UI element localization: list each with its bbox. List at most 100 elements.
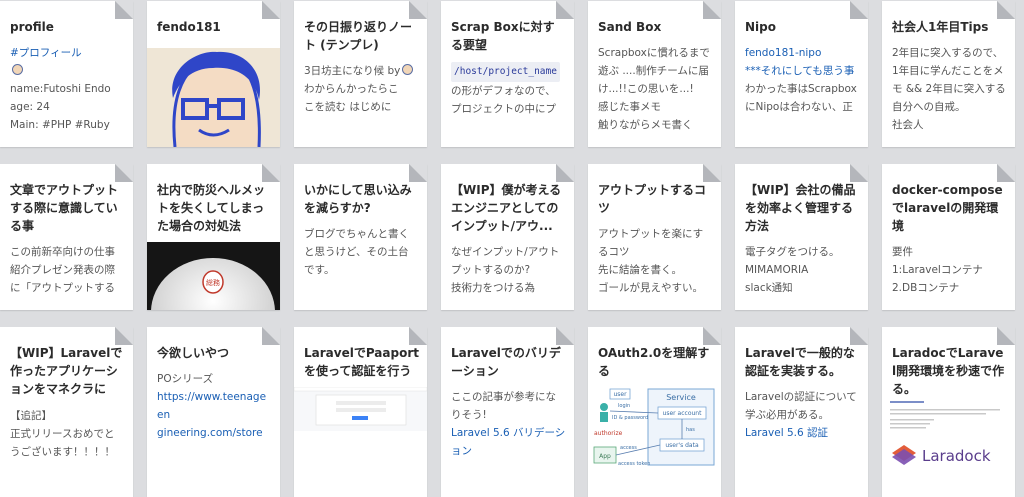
svg-text:access: access [620, 445, 637, 451]
page-corner [556, 327, 574, 345]
page-corner [997, 1, 1015, 19]
card-description: 【追記】 正式リリースおめでと うございます！！！！ [10, 410, 115, 458]
oauth-diagram-image: Service user account user's data user au… [588, 385, 721, 471]
code-snippet: /host/project_name [451, 62, 560, 82]
card-description: /host/project_name の形がデフォなので、 プロジェクトの中にプ [441, 54, 574, 118]
page-corner [262, 327, 280, 345]
page-corner [409, 1, 427, 19]
profile-name: name:Futoshi Endo [10, 83, 111, 95]
card-title: LaravelでPaaportを使って認証を行う [304, 346, 419, 378]
card-description: 要件 1:Laravelコンテナ 2.DBコンテナ [892, 246, 983, 294]
nipo-heading-link[interactable]: ***それにしても思う事 [745, 65, 854, 77]
page-card-reduce-assumptions[interactable]: いかにして思い込みを減らすか? ブログでちゃんと書く と思うけど、その土台 です… [294, 164, 427, 310]
card-description: アウトプットを楽にす るコツ 先に結論を書く。 ゴールが見えやすい。 [598, 228, 704, 294]
card-title: その日振り返りノート (テンプレ) [304, 20, 413, 52]
page-corner [262, 1, 280, 19]
card-title: LaradocでLaravel開発環境を秒速で作る。 [892, 346, 1005, 396]
avatar-drawing-image [147, 48, 280, 147]
page-corner [115, 327, 133, 345]
card-title: Nipo [745, 20, 776, 34]
page-corner [703, 164, 721, 182]
nipo-link[interactable]: fendo181-nipo [745, 47, 821, 59]
validation-doc-link-continued[interactable]: ョン [451, 445, 472, 457]
card-description: 2年目に突入するので、 1年目に学んだことをメ モ && 2年目に突入する 自分… [892, 47, 1006, 131]
page-corner [556, 164, 574, 182]
oauth-service-label: Service [666, 393, 696, 402]
page-card-laravel-auth[interactable]: Laravelで一般的な認証を実装する。 Laravelの認証について 学ぶ必用… [735, 327, 868, 497]
page-corner [997, 164, 1015, 182]
page-card-writing-output[interactable]: 文章でアウトプットする際に意識している事 この前新卒向けの仕事 紹介プレゼン発表… [0, 164, 133, 310]
page-card-wishlist[interactable]: 今欲しいやつ POシリーズ https://www.teenageen gine… [147, 327, 280, 497]
card-description: Scrapboxに慣れるまで 遊ぶ ....制作チームに届 け...!!この思い… [598, 47, 710, 131]
svg-text:user: user [613, 391, 627, 398]
profile-age: age: 24 [10, 101, 50, 113]
card-title: fendo181 [157, 20, 221, 34]
card-description: この前新卒向けの仕事 紹介プレゼン発表の際 に「アウトプットする [10, 246, 115, 294]
card-title: 文章でアウトプットする際に意識している事 [10, 183, 119, 233]
page-corner [850, 1, 868, 19]
store-link[interactable]: https://www.teenageen [157, 391, 266, 421]
card-title: Laravelでのバリデーション [451, 346, 561, 378]
card-description: なぜインプット/アウト プットするのか? 技術力をつける為 [451, 246, 560, 294]
page-card-daily-review[interactable]: その日振り返りノート (テンプレ) 3日坊主になり候 by わからんかったらこ … [294, 1, 427, 147]
page-corner [262, 164, 280, 182]
page-corner [997, 327, 1015, 345]
page-corner [703, 1, 721, 19]
card-title: Scrap Boxに対する要望 [451, 20, 555, 52]
page-corner [850, 164, 868, 182]
page-corner [409, 164, 427, 182]
card-title: docker-composeでlaravelの開発環境 [892, 183, 1003, 233]
card-title: 【WIP】会社の備品を効率よく管理する方法 [745, 183, 856, 233]
card-title: いかにして思い込みを減らすか? [304, 183, 412, 215]
helmet-photo-image: 総務 [147, 242, 280, 310]
page-card-laradock[interactable]: LaradocでLaravel開発環境を秒速で作る。 Laradock [882, 327, 1015, 497]
page-card-laravel-validation[interactable]: Laravelでのバリデーション ここの記事が参考にな りそう! Laravel… [441, 327, 574, 497]
page-card-lost-helmet[interactable]: 社内で防災ヘルメットを失くしてしまった場合の対処法 総務 [147, 164, 280, 310]
card-title: アウトプットするコツ [598, 183, 707, 215]
page-corner [115, 164, 133, 182]
page-card-docker-compose-laravel[interactable]: docker-composeでlaravelの開発環境 要件 1:Laravel… [882, 164, 1015, 310]
card-description: 電子タグをつける。 MIMAMORIA slack通知 [745, 246, 840, 294]
page-card-sandbox[interactable]: Sand Box Scrapboxに慣れるまで 遊ぶ ....制作チームに届 け… [588, 1, 721, 147]
page-corner [409, 327, 427, 345]
page-card-first-year-tips[interactable]: 社会人1年目Tips 2年目に突入するので、 1年目に学んだことをメ モ && … [882, 1, 1015, 147]
page-card-oauth2[interactable]: OAuth2.0を理解する Service user account user'… [588, 327, 721, 497]
page-grid: profile #プロフィール name:Futoshi Endo age: 2… [0, 0, 1024, 497]
svg-text:user account: user account [663, 410, 703, 417]
card-description: fendo181-nipo ***それにしても思う事 わかった事はScrapbo… [745, 47, 857, 113]
card-description: ここの記事が参考にな りそう! Laravel 5.6 バリデーシ ョン [451, 391, 566, 457]
auth-doc-link[interactable]: Laravel 5.6 認証 [745, 427, 828, 439]
laradock-doc-thumbnail-image: Laradock [882, 397, 1015, 473]
svg-text:ID & password: ID & password [612, 415, 648, 421]
svg-text:login: login [618, 403, 630, 409]
page-corner [556, 1, 574, 19]
page-card-profile[interactable]: profile #プロフィール name:Futoshi Endo age: 2… [0, 1, 133, 147]
card-title: 社内で防災ヘルメットを失くしてしまった場合の対処法 [157, 183, 266, 233]
card-title: 今欲しいやつ [157, 346, 230, 360]
page-card-equipment-management[interactable]: 【WIP】会社の備品を効率よく管理する方法 電子タグをつける。 MIMAMORI… [735, 164, 868, 310]
profile-tag-link[interactable]: #プロフィール [10, 47, 82, 59]
profile-main: Main: #PHP #Ruby [10, 119, 110, 131]
page-card-fendo181[interactable]: fendo181 [147, 1, 280, 147]
store-link-continued[interactable]: gineering.com/store [157, 427, 263, 439]
card-title: OAuth2.0を理解する [598, 346, 710, 378]
page-card-output-tips[interactable]: アウトプットするコツ アウトプットを楽にす るコツ 先に結論を書く。 ゴールが見… [588, 164, 721, 310]
card-title: 社会人1年目Tips [892, 20, 989, 34]
laradock-logo: Laradock [922, 447, 991, 465]
card-description: 3日坊主になり候 by わからんかったらこ こを読む はじめに [294, 54, 427, 116]
page-card-laravel-passport[interactable]: LaravelでPaaportを使って認証を行う [294, 327, 427, 497]
login-form-screenshot-image [294, 387, 427, 431]
card-description: #プロフィール name:Futoshi Endo age: 24 Main: … [0, 36, 133, 134]
page-card-laravel-app-deploy[interactable]: 【WIP】Laravelで作ったアプリケーションをマネクラにデ... 【追記】 … [0, 327, 133, 497]
page-card-nipo[interactable]: Nipo fendo181-nipo ***それにしても思う事 わかった事はSc… [735, 1, 868, 147]
page-corner [703, 327, 721, 345]
card-description: ブログでちゃんと書く と思うけど、その土台 です。 [304, 228, 409, 276]
svg-text:user's data: user's data [665, 442, 699, 449]
page-corner [115, 1, 133, 19]
page-card-engineer-input-output[interactable]: 【WIP】僕が考えるエンジニアとしてのインプット/アウ... なぜインプット/ア… [441, 164, 574, 310]
avatar-icon [402, 64, 414, 75]
card-title: Laravelで一般的な認証を実装する。 [745, 346, 855, 378]
validation-doc-link[interactable]: Laravel 5.6 バリデーシ [451, 427, 565, 439]
page-card-scrapbox-request[interactable]: Scrap Boxに対する要望 /host/project_name の形がデフ… [441, 1, 574, 147]
svg-text:App: App [599, 453, 611, 460]
